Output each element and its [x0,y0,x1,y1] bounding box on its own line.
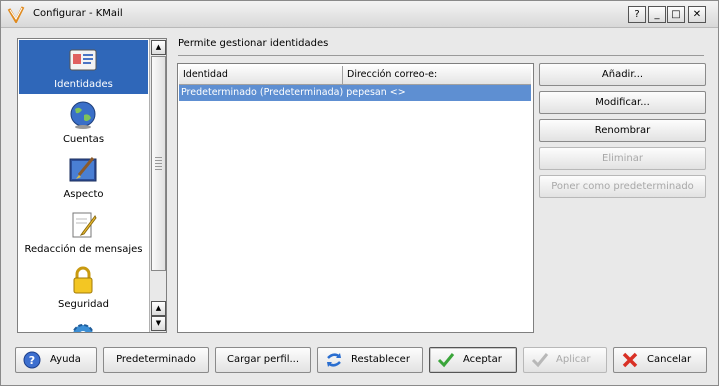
section-title: Permite gestionar identidades [178,38,329,49]
globe-accounts-icon [70,101,96,129]
identities-table[interactable]: Identidad Dirección correo-e: Predetermi… [177,63,534,333]
svg-text:?: ? [29,354,35,367]
cancel-x-icon [622,352,638,368]
apply-button[interactable]: Aplicar [523,347,607,373]
sidebar-item-identidades[interactable]: Identidades [19,40,148,94]
defaults-button-label: Predeterminado [116,354,196,365]
scroll-up-arrow-icon[interactable]: ▲ [151,40,166,55]
category-sidebar: Identidades Cuentas Aspecto Redacción de… [17,38,167,333]
add-button[interactable]: Añadir... [539,63,706,86]
ok-button[interactable]: Aceptar [429,347,517,373]
scroll-down-arrow-icon[interactable]: ▼ [151,316,166,331]
help-button[interactable]: ? Ayuda [15,347,97,373]
gear-misc-icon [72,324,94,332]
sidebar-scrollbar[interactable]: ▲ ▲ ▼ [149,39,166,332]
set-default-button[interactable]: Poner como predeterminado [539,175,706,198]
help-button-label: Ayuda [50,354,81,365]
load-profile-button[interactable]: Cargar perfil... [215,347,311,373]
apply-button-label: Aplicar [556,354,591,365]
sidebar-item-label: Aspecto [63,189,104,200]
modify-button[interactable]: Modificar... [539,91,706,114]
sidebar-item-label: Cuentas [62,134,105,145]
column-header-email[interactable]: Dirección correo-e: [343,66,527,84]
category-list: Identidades Cuentas Aspecto Redacción de… [18,39,149,332]
paintbrush-appearance-icon [69,157,97,182]
kmail-app-icon [7,6,25,23]
rename-button[interactable]: Renombrar [539,119,706,142]
help-title-button[interactable]: ? [628,6,646,23]
sidebar-item-partial[interactable] [19,315,148,332]
grip-icon [155,157,162,171]
load-profile-button-label: Cargar perfil... [226,354,300,365]
ok-button-label: Aceptar [463,354,502,365]
identities-card-icon [69,49,97,71]
scrollbar-thumb[interactable] [151,56,166,271]
pencil-compose-icon [72,212,97,238]
defaults-button[interactable]: Predeterminado [103,347,209,373]
table-row[interactable]: Predeterminado (Predeterminada) pepesan … [179,85,531,101]
delete-button[interactable]: Eliminar [539,147,706,170]
reset-button[interactable]: Restablecer [317,347,423,373]
window-title: Configurar - KMail [33,8,123,19]
section-divider [178,55,704,56]
table-header: Identidad Dirección correo-e: [179,66,531,85]
maximize-button[interactable]: □ [667,6,685,23]
cancel-button-label: Cancelar [647,354,692,365]
cancel-button[interactable]: Cancelar [613,347,707,373]
sidebar-item-cuentas[interactable]: Cuentas [19,95,148,149]
sidebar-item-redaccion[interactable]: Redacción de mensajes [19,205,148,259]
sidebar-item-aspecto[interactable]: Aspecto [19,150,148,204]
config-window: Configurar - KMail ? _ □ ✕ Identidades C… [0,0,719,386]
title-bar[interactable]: Configurar - KMail ? _ □ ✕ [1,1,718,28]
padlock-security-icon [73,266,93,294]
sidebar-item-seguridad[interactable]: Seguridad [19,260,148,314]
minimize-button[interactable]: _ [648,6,666,23]
help-question-icon: ? [23,351,41,369]
scroll-up-arrow-icon[interactable]: ▲ [151,301,166,316]
sidebar-item-label: Seguridad [58,299,109,310]
reset-button-label: Restablecer [351,354,410,365]
column-header-identidad[interactable]: Identidad [179,66,343,84]
sidebar-item-label: Redacción de mensajes [24,244,143,255]
close-button[interactable]: ✕ [688,6,706,23]
identity-row-text: Predeterminado (Predeterminada) pepesan … [181,87,406,98]
checkmark-icon [531,353,549,368]
checkmark-icon [437,353,455,368]
sidebar-item-label: Identidades [54,79,113,90]
reset-arrows-icon [327,353,341,367]
